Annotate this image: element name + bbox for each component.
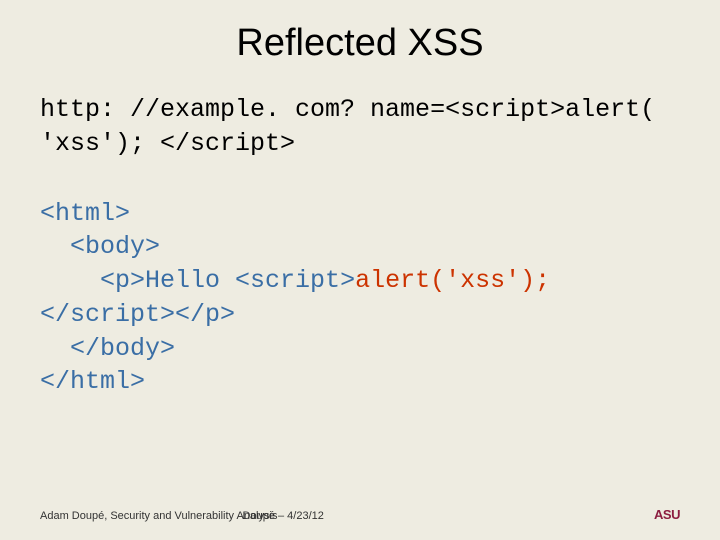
url-code-block: http: //example. com? name=<script>alert… [40,93,680,161]
slide-title: Reflected XSS [40,22,680,65]
script-open-tag: <script> [235,266,355,295]
body-close-tag: </body> [40,334,175,363]
body-open-tag: <body> [40,232,160,261]
p-close-tag: </p> [175,300,235,329]
html-open-tag: <html> [40,199,130,228]
url-line-1: http: //example. com? name=<script>alert… [40,95,655,124]
script-close-tag: </script> [40,300,175,329]
html-close-tag: </html> [40,367,145,396]
asu-logo-text: ASU [654,507,680,522]
slide: Reflected XSS http: //example. com? name… [0,0,720,540]
footer-logo: ASU [654,507,680,522]
footer: Adam Doupé, Security and Vulnerability A… [40,510,680,522]
alert-call: alert('xss'); [355,266,550,295]
footer-meta: Doupé – 4/23/12 [243,510,324,522]
p-open-prefix: <p>Hello [40,266,235,295]
footer-author: Adam Doupé, Security and Vulnerability A… [40,510,277,522]
url-line-2: 'xss'); </script> [40,129,295,158]
html-code-block: <html> <body> <p>Hello <script>alert('xs… [40,197,680,400]
